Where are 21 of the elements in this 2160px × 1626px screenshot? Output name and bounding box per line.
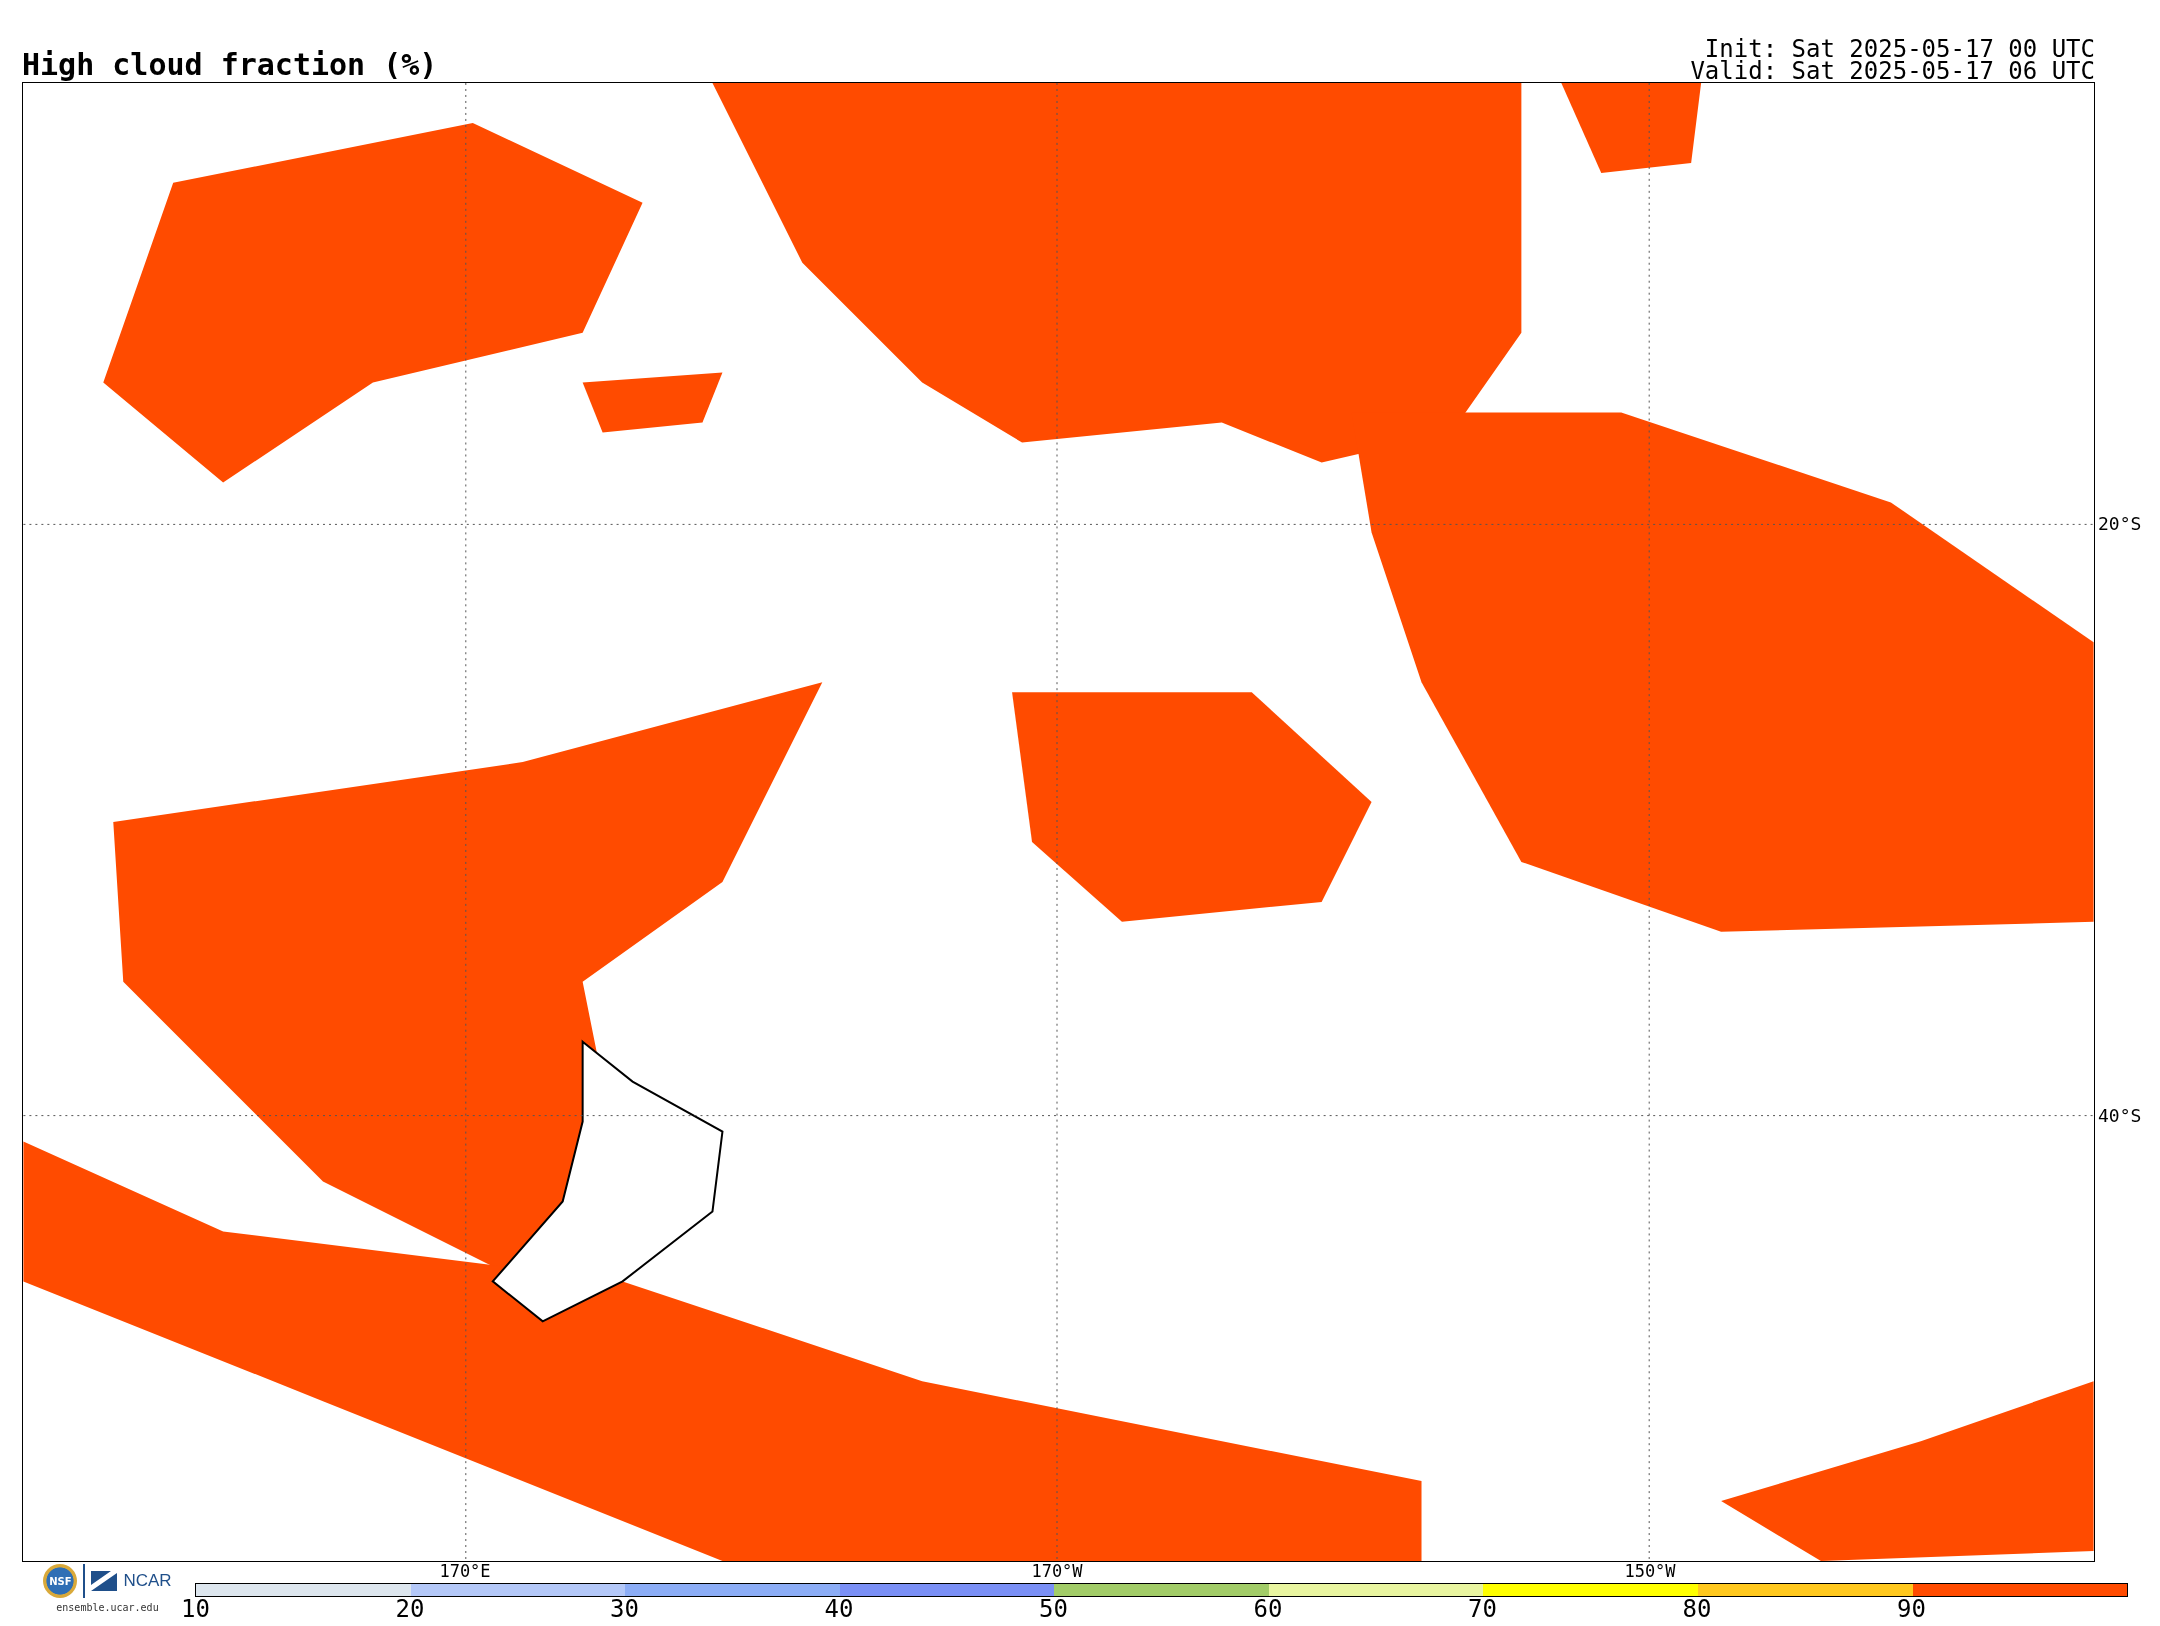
colorbar-tick-label: 50 (1039, 1597, 1068, 1623)
init-time: Init: Sat 2025-05-17 00 UTC (1704, 38, 2095, 60)
colorbar-tick-label: 70 (1468, 1597, 1497, 1623)
latitude-label: 20°S (2098, 515, 2142, 533)
triangle-icon (91, 1571, 118, 1591)
longitude-label: 170°W (1031, 1563, 1083, 1580)
chart-title: High cloud fraction (%) (22, 50, 438, 80)
colorbar-tick-label: 90 (1897, 1597, 1926, 1623)
colorbar-tick-label: 30 (610, 1597, 639, 1623)
site-link[interactable]: ensemble.ucar.edu (56, 1602, 159, 1613)
colorbar-tick-label: 80 (1682, 1597, 1712, 1623)
seal-logo: NSF (43, 1564, 78, 1598)
colorbar-tick-label: 10 (181, 1597, 210, 1623)
colorbar-tick-label: 40 (824, 1597, 854, 1623)
latitude-label: 40°S (2098, 1107, 2142, 1125)
colorbar-tick-label: 60 (1253, 1597, 1283, 1623)
org-logo-text: NCAR (123, 1571, 172, 1591)
colorbar-tick-label: 20 (395, 1597, 425, 1623)
longitude-label: 170°E (439, 1563, 491, 1580)
valid-time: Valid: Sat 2025-05-17 06 UTC (1690, 60, 2095, 82)
longitude-label: 150°W (1624, 1563, 1676, 1580)
